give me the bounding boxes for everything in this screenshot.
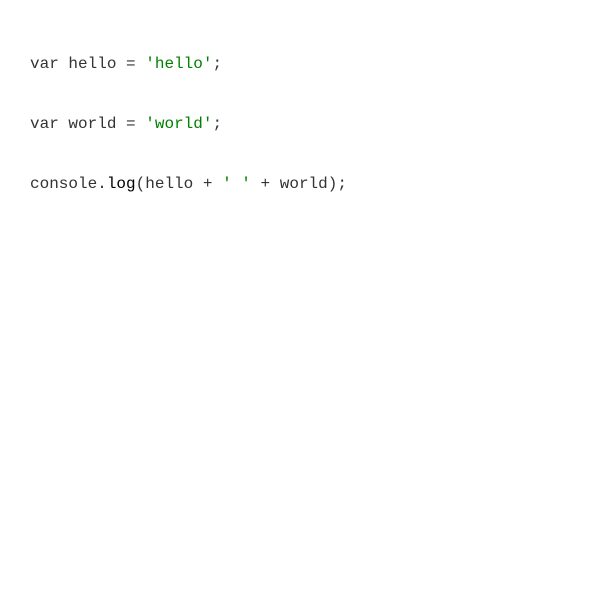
- operator-assign: =: [126, 55, 136, 73]
- dot-operator: .: [97, 175, 107, 193]
- identifier-world: world: [68, 115, 117, 133]
- identifier-hello: hello: [68, 55, 117, 73]
- identifier-console: console: [30, 175, 98, 193]
- code-block: var hello = 'hello'; var world = 'world'…: [30, 14, 590, 214]
- paren-close-semicolon: );: [327, 175, 347, 193]
- operator-plus: +: [260, 175, 271, 193]
- keyword-var: var: [30, 115, 59, 133]
- paren-open: (: [135, 175, 146, 193]
- string-literal: ' ': [222, 175, 251, 193]
- code-line-3: console.log(hello + ' ' + world);: [30, 174, 590, 194]
- identifier-hello: hello: [145, 175, 194, 193]
- semicolon: ;: [212, 115, 223, 133]
- string-literal: 'world': [145, 115, 213, 133]
- code-line-2: var world = 'world';: [30, 114, 590, 134]
- keyword-var: var: [30, 55, 59, 73]
- string-literal: 'hello': [145, 55, 213, 73]
- semicolon: ;: [212, 55, 223, 73]
- operator-assign: =: [126, 115, 136, 133]
- operator-plus: +: [202, 175, 213, 193]
- method-log: log: [106, 175, 136, 193]
- identifier-world: world: [279, 175, 328, 193]
- code-line-1: var hello = 'hello';: [30, 54, 590, 74]
